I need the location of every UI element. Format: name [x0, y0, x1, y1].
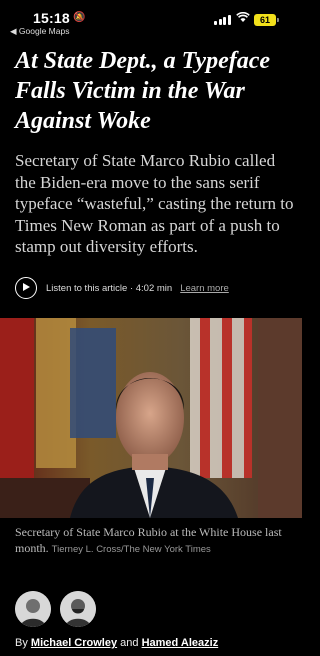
byline-joiner: and — [120, 637, 139, 649]
article-summary: Secretary of State Marco Rubio called th… — [15, 151, 294, 256]
photo-caption: Secretary of State Marco Rubio at the Wh… — [15, 524, 295, 558]
author-link-hamed-aleaziz[interactable]: Hamed Aleaziz — [142, 637, 219, 649]
status-time: 15:18 — [33, 10, 70, 26]
bell-muted-icon: 🔕 — [73, 12, 86, 23]
article-photo — [0, 318, 302, 518]
photo-credit: Tierney L. Cross/The New York Times — [51, 544, 211, 555]
listen-to-article: Listen to this article · 4:02 min Learn … — [15, 276, 229, 300]
learn-more-link[interactable]: Learn more — [180, 283, 229, 294]
cellular-signal-icon — [214, 14, 232, 25]
back-to-google-maps-link[interactable]: ◀ Google Maps — [10, 26, 69, 37]
byline: By Michael Crowley and Hamed Aleaziz — [15, 637, 218, 649]
author-avatar-hamed-aleaziz[interactable] — [60, 591, 96, 627]
article-headline: At State Dept., a Typeface Falls Victim … — [15, 48, 271, 134]
author-avatar-michael-crowley[interactable] — [15, 591, 51, 627]
author-link-michael-crowley[interactable]: Michael Crowley — [31, 637, 117, 649]
play-icon[interactable] — [15, 277, 37, 299]
status-bar: 15:18 🔕 ◀ Google Maps 61 — [0, 0, 302, 38]
listen-label[interactable]: Listen to this article · 4:02 min — [46, 283, 172, 294]
battery-icon: 61 — [254, 14, 279, 26]
wifi-icon — [236, 11, 250, 26]
byline-prefix: By — [15, 637, 28, 649]
